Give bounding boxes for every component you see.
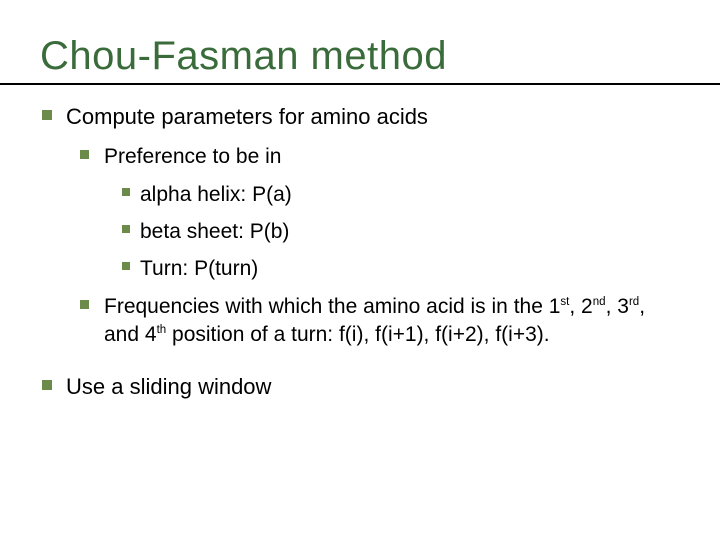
bullet-text: Preference to be in <box>104 145 281 168</box>
freq-part: position of a turn: f(i), f(i+1), f(i+2)… <box>166 323 549 346</box>
bullet-turn: Turn: P(turn) <box>122 255 680 282</box>
bullet-text: Frequencies with which the amino acid is… <box>104 295 645 346</box>
bullet-preference: Preference to be in alpha helix: P(a) be… <box>80 143 680 283</box>
freq-part: Frequencies with which the amino acid is… <box>104 295 560 318</box>
freq-part: , 3 <box>606 295 629 318</box>
bullet-text: Use a sliding window <box>66 374 271 399</box>
ordinal-suffix: th <box>157 324 167 336</box>
ordinal-suffix: nd <box>593 296 606 308</box>
bullet-text: Turn: P(turn) <box>140 257 258 280</box>
title-underline <box>0 83 720 85</box>
bullet-list-level-1: Compute parameters for amino acids Prefe… <box>40 103 680 401</box>
bullet-text: beta sheet: P(b) <box>140 220 289 243</box>
freq-part: , 2 <box>569 295 592 318</box>
bullet-beta-sheet: beta sheet: P(b) <box>122 218 680 245</box>
bullet-list-level-2: Preference to be in alpha helix: P(a) be… <box>66 143 680 350</box>
bullet-text: alpha helix: P(a) <box>140 183 292 206</box>
slide-title: Chou-Fasman method <box>40 34 680 79</box>
bullet-list-level-3: alpha helix: P(a) beta sheet: P(b) Turn:… <box>104 181 680 283</box>
bullet-sliding-window: Use a sliding window <box>40 373 680 401</box>
ordinal-suffix: rd <box>629 296 639 308</box>
bullet-alpha-helix: alpha helix: P(a) <box>122 181 680 208</box>
bullet-compute-parameters: Compute parameters for amino acids Prefe… <box>40 103 680 349</box>
slide: Chou-Fasman method Compute parameters fo… <box>0 0 720 540</box>
bullet-frequencies: Frequencies with which the amino acid is… <box>80 293 680 350</box>
bullet-text: Compute parameters for amino acids <box>66 104 428 129</box>
